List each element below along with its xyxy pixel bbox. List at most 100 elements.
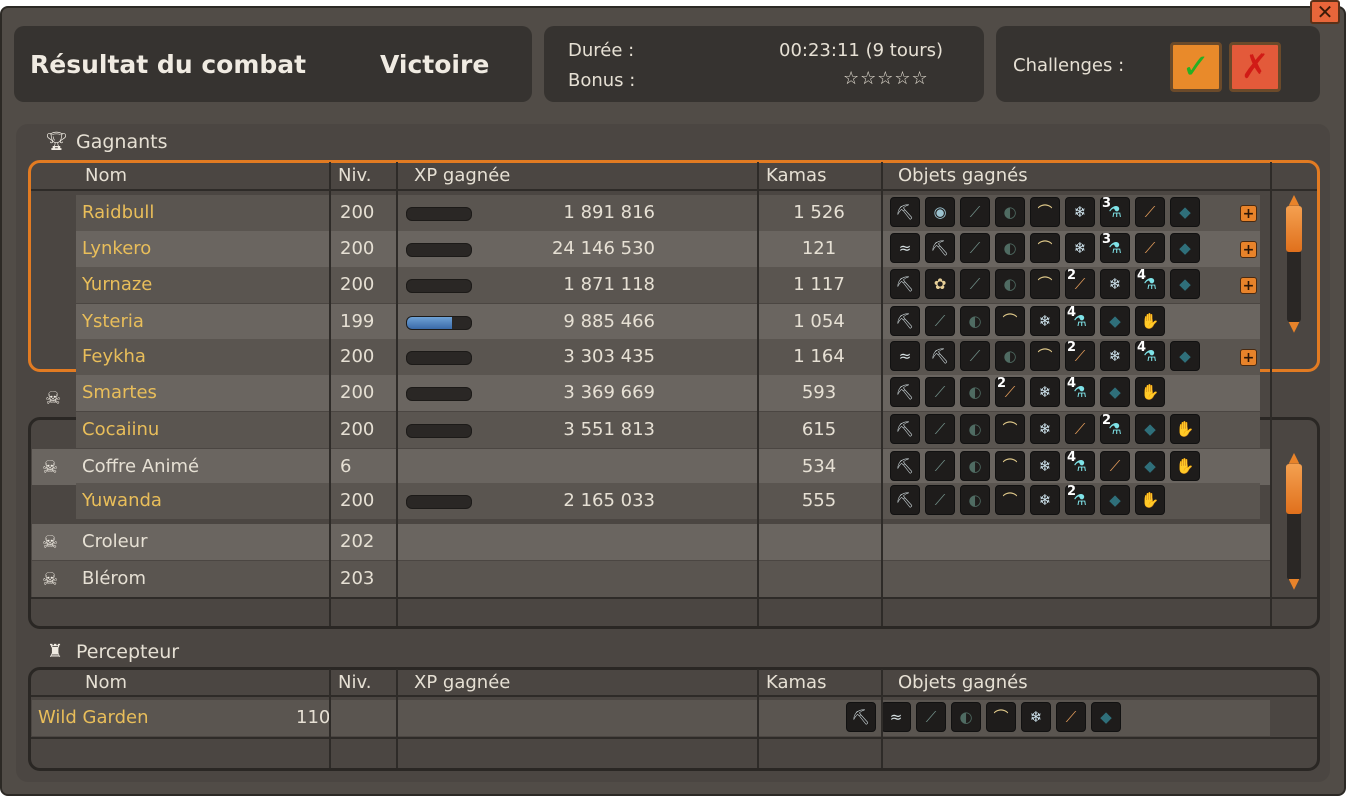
candy-icon[interactable]: ⟋ 2 bbox=[995, 377, 1025, 407]
wing-icon[interactable]: ◆ bbox=[1100, 377, 1130, 407]
close-window-button[interactable]: ✕ bbox=[1310, 0, 1340, 24]
scroll-down-icon[interactable]: ▼ bbox=[1284, 577, 1304, 591]
potion-icon[interactable]: ⚗ 3 bbox=[1100, 197, 1130, 227]
expand-items-button[interactable]: + bbox=[1240, 205, 1257, 222]
bone-icon[interactable]: ⟋ bbox=[960, 233, 990, 263]
potion-icon[interactable]: ⚗ 4 bbox=[1135, 341, 1165, 371]
candy-icon[interactable]: ⟋ bbox=[1056, 702, 1086, 732]
fur-icon[interactable]: ❄ bbox=[1021, 702, 1051, 732]
challenge-failed-icon[interactable]: ✗ bbox=[1229, 42, 1281, 92]
combatant-name[interactable]: Wild Garden bbox=[38, 700, 149, 736]
scroll-up-icon[interactable]: ▲ bbox=[1284, 451, 1304, 465]
potion-icon[interactable]: ⚗ 4 bbox=[1065, 306, 1095, 336]
wing-icon[interactable]: ◆ bbox=[1170, 233, 1200, 263]
candy-icon[interactable]: ⟋ bbox=[1135, 233, 1165, 263]
fang-icon[interactable]: ⌒ bbox=[986, 702, 1016, 732]
combatant-name[interactable]: Raidbull bbox=[82, 195, 154, 231]
shell-icon[interactable]: ◐ bbox=[960, 377, 990, 407]
table-row[interactable]: Feykha 200 3 303 435 1 164 ≈ ⛏ ⟋ ◐ ⌒ ⟋ 2 ❄ ⚗ 4 ◆ + bbox=[76, 339, 1260, 375]
feather-icon[interactable]: ≈ bbox=[890, 233, 920, 263]
table-row[interactable]: Smartes 200 3 369 669 593 ⛏ ⟋ ◐ ⟋ 2 ❄ ⚗ 4 ◆ ✋ bbox=[76, 375, 1260, 411]
fang-icon[interactable]: ⌒ bbox=[995, 451, 1025, 481]
wing-icon[interactable]: ◆ bbox=[1170, 197, 1200, 227]
leaf-icon[interactable]: ✿ bbox=[925, 269, 955, 299]
fang-icon[interactable]: ⌒ bbox=[1030, 341, 1060, 371]
pick-icon[interactable]: ⛏ bbox=[925, 233, 955, 263]
table-row[interactable]: Yuwanda 200 2 165 033 555 ⛏ ⟋ ◐ ⌒ ❄ ⚗ 2 ◆ ✋ bbox=[76, 483, 1260, 519]
fur-icon[interactable]: ❄ bbox=[1030, 306, 1060, 336]
table-row[interactable]: Yurnaze 200 1 871 118 1 117 ⛏ ✿ ⟋ ◐ ⌒ ⟋ 2 ❄ ⚗ 4 ◆ + bbox=[76, 267, 1260, 303]
scroll-down-icon[interactable]: ▼ bbox=[1284, 320, 1304, 334]
pick-icon[interactable]: ⛏ bbox=[890, 269, 920, 299]
fur-icon[interactable]: ❄ bbox=[1065, 233, 1095, 263]
table-row[interactable]: Ysteria 199 9 885 466 1 054 ⛏ ⟋ ◐ ⌒ ❄ ⚗ 4 ◆ ✋ bbox=[76, 304, 1260, 340]
shell-icon[interactable]: ◐ bbox=[951, 702, 981, 732]
pick-icon[interactable]: ⛏ bbox=[890, 414, 920, 444]
candy-icon[interactable]: ⟋ 2 bbox=[1065, 341, 1095, 371]
winners-scroll-thumb[interactable] bbox=[1286, 206, 1302, 252]
bone-icon[interactable]: ⟋ bbox=[925, 414, 955, 444]
table-row[interactable]: ☠ Coffre Animé 6 534 ⛏ ⟋ ◐ ⌒ ❄ ⚗ 4 ⟋ ◆ ✋ bbox=[32, 449, 1270, 485]
fur-icon[interactable]: ❄ bbox=[1030, 377, 1060, 407]
pick-icon[interactable]: ⛏ bbox=[890, 377, 920, 407]
combatant-name[interactable]: Croleur bbox=[82, 524, 147, 560]
potion-icon[interactable]: ⚗ 3 bbox=[1100, 233, 1130, 263]
candy-icon[interactable]: ⟋ 2 bbox=[1065, 269, 1095, 299]
expand-items-button[interactable]: + bbox=[1240, 277, 1257, 294]
wing-icon[interactable]: ◆ bbox=[1170, 341, 1200, 371]
fang-icon[interactable]: ⌒ bbox=[1030, 269, 1060, 299]
feather-icon[interactable]: ≈ bbox=[890, 341, 920, 371]
losers-scroll-thumb[interactable] bbox=[1286, 464, 1302, 514]
combatant-name[interactable]: Yuwanda bbox=[82, 483, 162, 519]
fang-icon[interactable]: ⌒ bbox=[1030, 197, 1060, 227]
potion-icon[interactable]: ⚗ 4 bbox=[1135, 269, 1165, 299]
shell-icon[interactable]: ◐ bbox=[960, 451, 990, 481]
claw-icon[interactable]: ✋ bbox=[1135, 485, 1165, 515]
bone-icon[interactable]: ⟋ bbox=[925, 485, 955, 515]
claw-icon[interactable]: ✋ bbox=[1170, 451, 1200, 481]
table-row[interactable]: Wild Garden 110 ⛏ ≈ ⟋ ◐ ⌒ ❄ ⟋ ◆ bbox=[32, 700, 1270, 736]
expand-items-button[interactable]: + bbox=[1240, 349, 1257, 366]
potion-icon[interactable]: ⚗ 4 bbox=[1065, 451, 1095, 481]
bone-icon[interactable]: ⟋ bbox=[960, 341, 990, 371]
orb-icon[interactable]: ◉ bbox=[925, 197, 955, 227]
feather-icon[interactable]: ≈ bbox=[881, 702, 911, 732]
wing-icon[interactable]: ◆ bbox=[1100, 485, 1130, 515]
combatant-name[interactable]: Coffre Animé bbox=[82, 449, 199, 485]
candy-icon[interactable]: ⟋ bbox=[1135, 197, 1165, 227]
bone-icon[interactable]: ⟋ bbox=[916, 702, 946, 732]
shell-icon[interactable]: ◐ bbox=[960, 485, 990, 515]
combatant-name[interactable]: Ysteria bbox=[82, 304, 144, 340]
pick-icon[interactable]: ⛏ bbox=[846, 702, 876, 732]
scroll-up-icon[interactable]: ▲ bbox=[1284, 193, 1304, 207]
bone-icon[interactable]: ⟋ bbox=[925, 451, 955, 481]
fur-icon[interactable]: ❄ bbox=[1100, 269, 1130, 299]
table-row[interactable]: Cocaiinu 200 3 551 813 615 ⛏ ⟋ ◐ ⌒ ❄ ⟋ ⚗ 2 ◆ ✋ bbox=[76, 412, 1260, 448]
expand-items-button[interactable]: + bbox=[1240, 241, 1257, 258]
shell-icon[interactable]: ◐ bbox=[960, 414, 990, 444]
fur-icon[interactable]: ❄ bbox=[1030, 485, 1060, 515]
bone-icon[interactable]: ⟋ bbox=[925, 306, 955, 336]
wing-icon[interactable]: ◆ bbox=[1100, 306, 1130, 336]
candy-icon[interactable]: ⟋ bbox=[1065, 414, 1095, 444]
combatant-name[interactable]: Feykha bbox=[82, 339, 146, 375]
table-row[interactable]: ☠ Blérom 203 bbox=[32, 561, 1270, 597]
combatant-name[interactable]: Lynkero bbox=[82, 231, 151, 267]
shell-icon[interactable]: ◐ bbox=[960, 306, 990, 336]
challenge-success-icon[interactable]: ✓ bbox=[1170, 42, 1222, 92]
pick-icon[interactable]: ⛏ bbox=[890, 485, 920, 515]
combatant-name[interactable]: Cocaiinu bbox=[82, 412, 159, 448]
claw-icon[interactable]: ✋ bbox=[1135, 377, 1165, 407]
wing-icon[interactable]: ◆ bbox=[1135, 451, 1165, 481]
candy-icon[interactable]: ⟋ bbox=[1100, 451, 1130, 481]
pick-icon[interactable]: ⛏ bbox=[890, 197, 920, 227]
claw-icon[interactable]: ✋ bbox=[1170, 414, 1200, 444]
table-row[interactable]: Raidbull 200 1 891 816 1 526 ⛏ ◉ ⟋ ◐ ⌒ ❄ ⚗ 3 ⟋ ◆ + bbox=[76, 195, 1260, 231]
potion-icon[interactable]: ⚗ 4 bbox=[1065, 377, 1095, 407]
fur-icon[interactable]: ❄ bbox=[1100, 341, 1130, 371]
shell-icon[interactable]: ◐ bbox=[995, 197, 1025, 227]
fang-icon[interactable]: ⌒ bbox=[995, 306, 1025, 336]
pick-icon[interactable]: ⛏ bbox=[890, 451, 920, 481]
wing-icon[interactable]: ◆ bbox=[1091, 702, 1121, 732]
table-row[interactable]: ☠ Croleur 202 bbox=[32, 524, 1270, 560]
